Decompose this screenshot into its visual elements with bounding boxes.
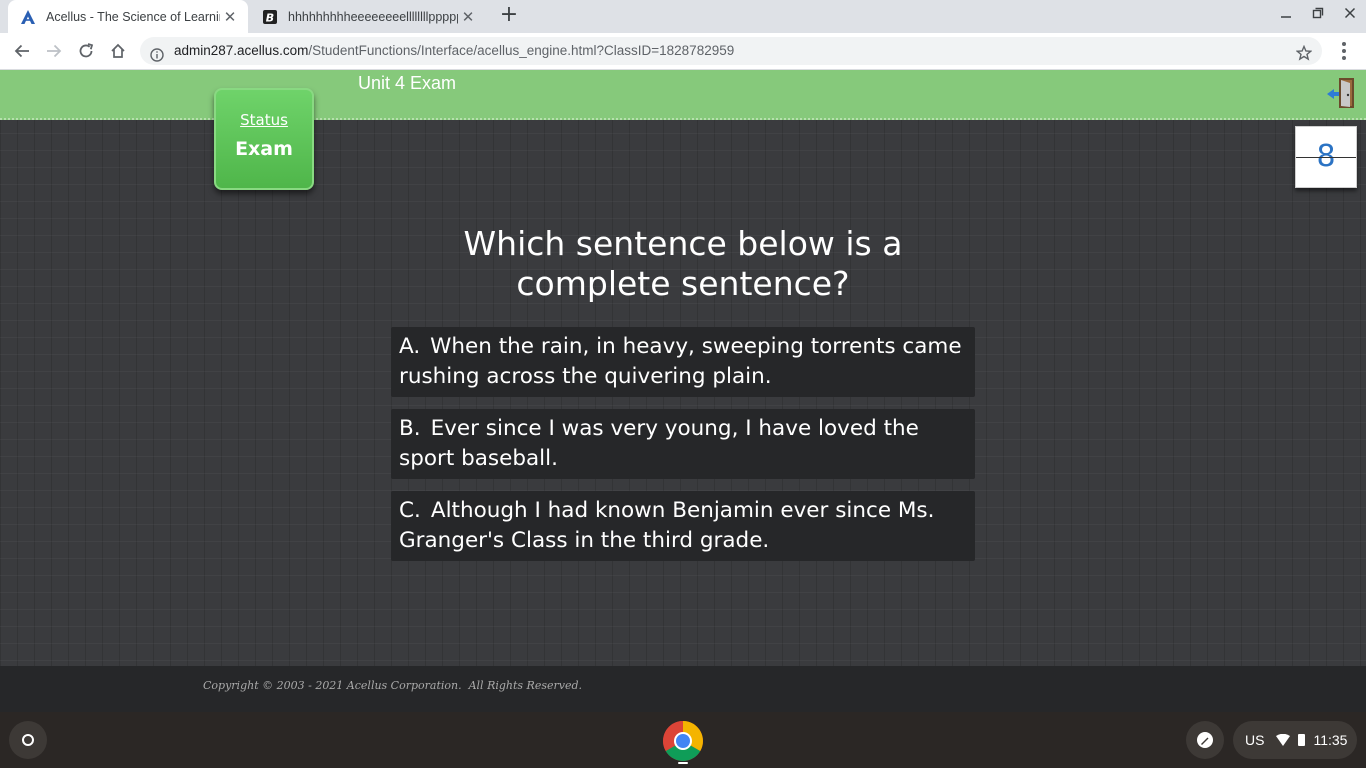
battery-icon — [1298, 734, 1306, 746]
restore-icon[interactable] — [1306, 7, 1330, 25]
stylus-tools-button[interactable] — [1186, 721, 1224, 759]
clock: 11:35 — [1313, 732, 1348, 748]
launcher-circle-icon — [22, 734, 34, 746]
url-path: /StudentFunctions/Interface/acellus_engi… — [308, 43, 735, 58]
answer-letter: C. — [399, 498, 421, 523]
info-icon[interactable] — [150, 44, 164, 62]
stylus-icon — [1197, 732, 1213, 748]
url-host: admin287.acellus.com — [174, 43, 309, 58]
address-bar[interactable]: admin287.acellus.com/StudentFunctions/In… — [140, 37, 1322, 65]
answer-text: Although I had known Benjamin ever since… — [399, 498, 935, 553]
tab-title: Acellus - The Science of Learning — [46, 9, 220, 24]
tab-strip: Acellus - The Science of Learning ✕ B hh… — [0, 0, 1366, 33]
tab-brainly[interactable]: B hhhhhhhhheeeeeeeellllllllpppppp ✕ — [250, 0, 486, 33]
url-text: admin287.acellus.com/StudentFunctions/In… — [174, 37, 734, 65]
answer-letter: A. — [399, 334, 421, 359]
status-card[interactable]: Status Exam — [214, 88, 314, 190]
bold-b-icon: B — [262, 9, 278, 25]
running-app-indicator — [678, 762, 688, 764]
answer-option-c[interactable]: C. Although I had known Benjamin ever sin… — [391, 491, 975, 561]
flip-card-divider — [1296, 157, 1356, 158]
browser-toolbar: admin287.acellus.com/StudentFunctions/In… — [0, 33, 1366, 70]
acellus-app: Unit 4 Exam Status Exam 8 Which sentence… — [0, 70, 1366, 712]
acellus-logo-icon — [20, 9, 36, 25]
keyboard-layout: US — [1245, 732, 1265, 748]
new-tab-button[interactable]: + — [498, 4, 520, 27]
status-label: Status — [240, 111, 288, 129]
question-text: Which sentence below is a complete sente… — [463, 224, 903, 303]
home-icon[interactable] — [106, 39, 130, 63]
exam-header-bar: Unit 4 Exam — [0, 70, 1366, 120]
forward-arrow-icon[interactable] — [42, 39, 66, 63]
tab-title: hhhhhhhhheeeeeeeellllllllpppppp — [288, 9, 458, 24]
tab-acellus[interactable]: Acellus - The Science of Learning ✕ — [8, 0, 248, 33]
svg-text:B: B — [266, 11, 274, 24]
launcher-button[interactable] — [9, 721, 47, 759]
exit-door-icon[interactable] — [1326, 76, 1356, 110]
footer: Copyright © 2003 - 2021 Acellus Corporat… — [0, 666, 1366, 712]
back-arrow-icon[interactable] — [10, 39, 34, 63]
reload-icon[interactable] — [74, 39, 98, 63]
browser-menu-icon[interactable] — [1334, 41, 1354, 61]
minimize-icon[interactable] — [1274, 7, 1298, 25]
wifi-icon — [1276, 734, 1291, 746]
answer-option-b[interactable]: B. Ever since I was very young, I have lo… — [391, 409, 975, 479]
close-tab-icon[interactable]: ✕ — [220, 8, 240, 26]
chrome-icon[interactable] — [662, 720, 704, 762]
question-number-card: 8 — [1295, 126, 1357, 188]
status-tray[interactable]: US 11:35 — [1233, 721, 1357, 759]
exam-title: Unit 4 Exam — [358, 73, 457, 93]
close-window-icon[interactable] — [1338, 7, 1362, 25]
os-shelf: US 11:35 — [0, 712, 1366, 768]
bookmark-star-icon[interactable] — [1295, 43, 1313, 61]
copyright-text: Copyright © 2003 - 2021 Acellus Corporat… — [203, 679, 583, 692]
answer-text: Ever since I was very young, I have love… — [399, 416, 919, 471]
answer-option-a[interactable]: A. When the rain, in heavy, sweeping torr… — [391, 327, 975, 397]
status-value: Exam — [235, 138, 293, 160]
answer-text: When the rain, in heavy, sweeping torren… — [399, 334, 962, 389]
close-tab-icon[interactable]: ✕ — [458, 8, 478, 26]
answer-letter: B. — [399, 416, 421, 441]
